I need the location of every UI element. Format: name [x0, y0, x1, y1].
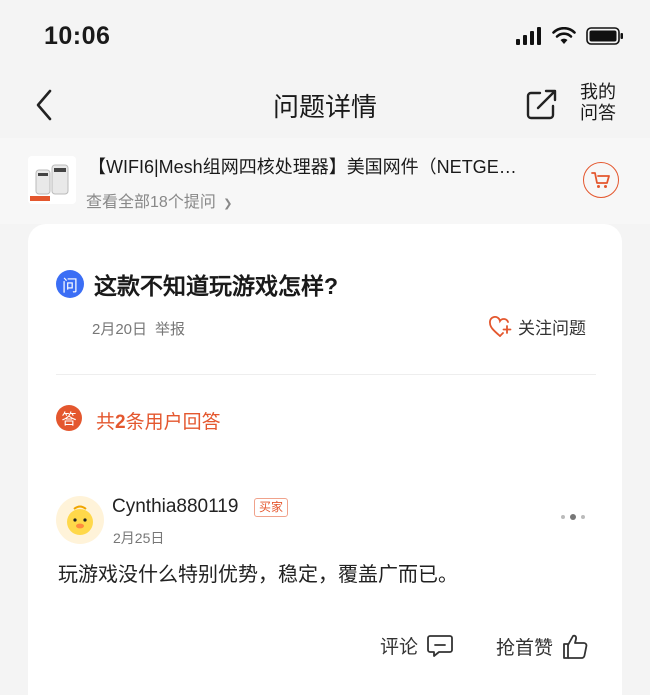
view-all-prefix: 查看全部	[86, 194, 151, 211]
answer-count-number: 2	[115, 412, 126, 433]
question-text: 这款不知道玩游戏怎样?	[94, 273, 339, 299]
add-to-cart-button[interactable]	[583, 162, 619, 198]
status-icons	[516, 27, 624, 45]
signal-icon	[516, 27, 541, 45]
answer-text: 玩游戏没什么特别优势，稳定，覆盖广而已。	[58, 564, 458, 586]
divider	[56, 374, 596, 375]
question-total: 18	[150, 194, 168, 211]
buyer-badge: 买家	[254, 498, 289, 517]
my-qa-button[interactable]: 我的问答	[580, 82, 620, 124]
report-link[interactable]: 举报	[155, 318, 185, 339]
thumbs-up-icon	[563, 634, 588, 659]
product-bar[interactable]: 【WIFI6|Mesh组网四核处理器】美国网件（NETGEAR） 查看全部18个…	[0, 138, 650, 224]
answer-count-prefix: 共	[96, 412, 116, 433]
wifi-icon	[552, 27, 576, 44]
like-label: 抢首赞	[496, 637, 554, 659]
status-bar: 10:06	[0, 0, 650, 72]
comment-label: 评论	[380, 637, 419, 658]
question-date: 2月20日	[92, 321, 148, 338]
comment-button[interactable]: 评论	[380, 632, 454, 659]
avatar[interactable]	[56, 496, 104, 544]
comment-icon	[427, 634, 453, 657]
question-card: 问 这款不知道玩游戏怎样? 2月20日 举报 关注问题 答 共2条用户回答 Cy…	[28, 224, 622, 695]
view-all-suffix: 个提问	[167, 194, 216, 211]
share-icon[interactable]	[524, 86, 560, 122]
nav-bar: 问题详情 我的问答	[0, 72, 650, 138]
answer-badge: 答	[56, 405, 82, 431]
question-meta: 2月20日 举报	[92, 318, 185, 339]
like-button[interactable]: 抢首赞	[496, 632, 589, 660]
question-badge: 问	[56, 270, 84, 298]
follow-label: 关注问题	[518, 319, 586, 338]
answer-count: 共2条用户回答	[96, 407, 221, 434]
heart-plus-icon	[489, 315, 512, 337]
battery-icon	[586, 27, 623, 45]
more-options-icon[interactable]	[561, 514, 585, 520]
view-all-questions-link[interactable]: 查看全部18个提问 ❯	[86, 188, 233, 212]
answer-date: 2月25日	[113, 530, 165, 546]
product-title[interactable]: 【WIFI6|Mesh组网四核处理器】美国网件（NETGEAR）	[88, 153, 528, 179]
answer-count-suffix: 条用户回答	[125, 412, 221, 433]
answer-username[interactable]: Cynthia880119	[112, 496, 238, 518]
cart-icon	[591, 172, 610, 188]
status-time: 10:06	[44, 22, 111, 50]
chevron-right-icon: ❯	[223, 198, 233, 210]
follow-question-button[interactable]: 关注问题	[488, 314, 586, 339]
product-image	[28, 156, 76, 204]
